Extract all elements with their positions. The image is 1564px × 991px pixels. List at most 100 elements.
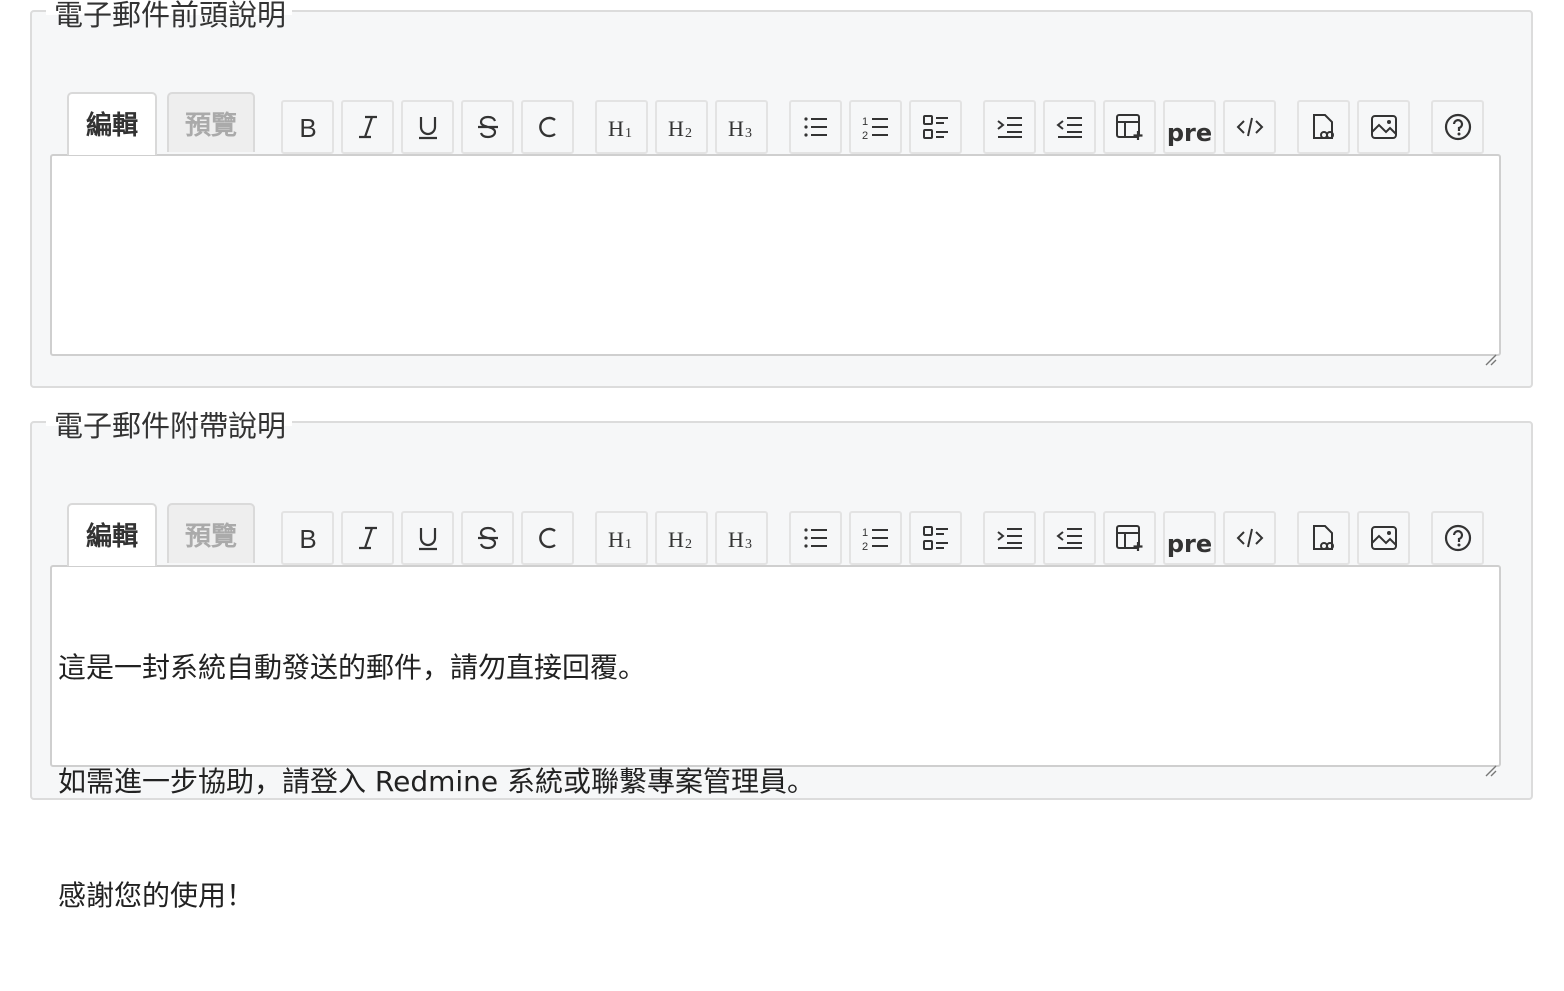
- wiki-link-button[interactable]: [1297, 100, 1350, 154]
- task-list-icon: [921, 523, 951, 553]
- code-icon: [1235, 523, 1265, 553]
- ordered-list-button[interactable]: 12: [849, 511, 902, 565]
- indent-icon: [995, 523, 1025, 553]
- footer-line: 感謝您的使用！: [58, 879, 255, 912]
- code-block-button[interactable]: [1223, 100, 1276, 154]
- indent-icon: [995, 112, 1025, 142]
- heading-2-button[interactable]: H2: [655, 511, 708, 565]
- heading-2-button[interactable]: H2: [655, 100, 708, 154]
- svg-text:B: B: [299, 113, 316, 142]
- bold-button[interactable]: B: [281, 100, 334, 154]
- strikethrough-button[interactable]: [461, 511, 514, 565]
- underline-button[interactable]: [401, 511, 454, 565]
- tab-edit[interactable]: 編輯: [67, 92, 157, 155]
- code-c-icon: [533, 523, 563, 553]
- footer-line: 如需進一步協助，請登入 Redmine 系統或聯繫專案管理員。: [58, 765, 816, 798]
- help-button[interactable]: [1431, 100, 1484, 154]
- table-plus-icon: [1115, 523, 1145, 553]
- file-link-icon: [1309, 523, 1339, 553]
- help-icon: [1443, 112, 1473, 142]
- ordered-list-button[interactable]: 12: [849, 100, 902, 154]
- bold-icon: B: [293, 523, 323, 553]
- outdent-button[interactable]: [1043, 511, 1096, 565]
- unordered-list-button[interactable]: [789, 511, 842, 565]
- svg-text:2: 2: [862, 541, 868, 553]
- pre-button[interactable]: pre: [1163, 511, 1216, 565]
- h1-icon: H1: [607, 112, 637, 142]
- heading-1-button[interactable]: H1: [595, 511, 648, 565]
- outdent-icon: [1055, 112, 1085, 142]
- svg-text:1: 1: [862, 116, 868, 128]
- pre-icon: pre: [1166, 530, 1213, 558]
- tab-preview[interactable]: 預覽: [167, 92, 255, 152]
- table-button[interactable]: [1103, 100, 1156, 154]
- editor-tabs: 編輯 預覽: [67, 92, 267, 156]
- image-button[interactable]: [1357, 100, 1410, 154]
- email-footer-legend: 電子郵件附帶說明: [46, 409, 293, 443]
- pre-icon: pre: [1166, 119, 1213, 147]
- italic-icon: [353, 112, 383, 142]
- code-c-icon: [533, 112, 563, 142]
- h2-icon: H2: [667, 523, 697, 553]
- task-list-button[interactable]: [909, 100, 962, 154]
- email-footer-textarea[interactable]: 這是一封系統自動發送的郵件，請勿直接回覆。 如需進一步協助，請登入 Redmin…: [50, 565, 1501, 912]
- svg-text:H: H: [728, 527, 744, 552]
- task-list-button[interactable]: [909, 511, 962, 565]
- list-icon: [801, 112, 831, 142]
- heading-1-button[interactable]: H1: [595, 100, 648, 154]
- image-button[interactable]: [1357, 511, 1410, 565]
- indent-button[interactable]: [983, 511, 1036, 565]
- tab-edit[interactable]: 編輯: [67, 503, 157, 566]
- resize-handle-icon[interactable]: [1483, 338, 1497, 366]
- inline-code-button[interactable]: [521, 511, 574, 565]
- email-header-textarea[interactable]: [50, 154, 1501, 366]
- italic-button[interactable]: [341, 100, 394, 154]
- pre-button[interactable]: pre: [1163, 100, 1216, 154]
- unordered-list-button[interactable]: [789, 100, 842, 154]
- file-link-icon: [1309, 112, 1339, 142]
- underline-icon: [413, 112, 443, 142]
- wiki-link-button[interactable]: [1297, 511, 1350, 565]
- svg-text:H: H: [608, 116, 624, 141]
- italic-button[interactable]: [341, 511, 394, 565]
- h1-icon: H1: [607, 523, 637, 553]
- svg-text:1: 1: [625, 537, 632, 552]
- outdent-button[interactable]: [1043, 100, 1096, 154]
- svg-text:3: 3: [745, 126, 752, 141]
- svg-text:1: 1: [625, 126, 632, 141]
- italic-icon: [353, 523, 383, 553]
- image-icon: [1369, 112, 1399, 142]
- jstoolbar: B H 1 H 2 H 3 1 2 pre: [281, 100, 1491, 154]
- table-plus-icon: [1115, 112, 1145, 142]
- list-icon: [801, 523, 831, 553]
- bold-button[interactable]: B: [281, 511, 334, 565]
- indent-button[interactable]: [983, 100, 1036, 154]
- underline-button[interactable]: [401, 100, 454, 154]
- strikethrough-button[interactable]: [461, 100, 514, 154]
- code-block-button[interactable]: [1223, 511, 1276, 565]
- svg-text:H: H: [668, 527, 684, 552]
- footer-line: 這是一封系統自動發送的郵件，請勿直接回覆。: [58, 651, 647, 684]
- help-icon: [1443, 523, 1473, 553]
- heading-3-button[interactable]: H3: [715, 511, 768, 565]
- email-footer-fieldset: 電子郵件附帶說明 編輯 預覽 B H 1 H 2 H 3 1 2 pre 這是一封系統自動發送的郵…: [30, 409, 1533, 912]
- svg-text:2: 2: [862, 130, 868, 142]
- resize-handle-icon[interactable]: [1483, 749, 1497, 777]
- strikethrough-icon: [473, 523, 503, 553]
- heading-3-button[interactable]: H3: [715, 100, 768, 154]
- svg-text:H: H: [728, 116, 744, 141]
- help-button[interactable]: [1431, 511, 1484, 565]
- outdent-icon: [1055, 523, 1085, 553]
- code-icon: [1235, 112, 1265, 142]
- strikethrough-icon: [473, 112, 503, 142]
- svg-text:B: B: [299, 524, 316, 553]
- tab-preview[interactable]: 預覽: [167, 503, 255, 563]
- editor-tabs: 編輯 預覽: [67, 503, 267, 567]
- ordered-list-icon: 12: [861, 112, 891, 142]
- ordered-list-icon: 12: [861, 523, 891, 553]
- email-header-legend: 電子郵件前頭說明: [46, 0, 293, 32]
- svg-text:2: 2: [685, 126, 692, 141]
- inline-code-button[interactable]: [521, 100, 574, 154]
- h3-icon: H3: [727, 112, 757, 142]
- table-button[interactable]: [1103, 511, 1156, 565]
